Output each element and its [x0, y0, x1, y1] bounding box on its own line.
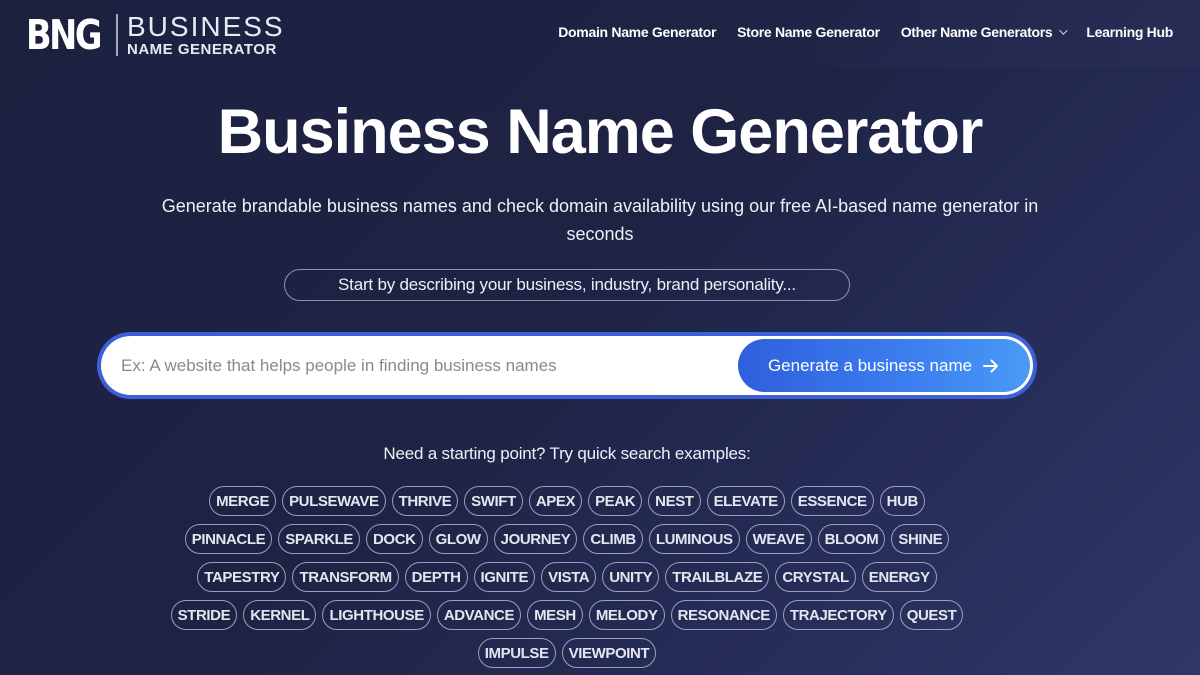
logo-divider [116, 14, 118, 56]
quick-example-tag-essence[interactable]: ESSENCE [790, 486, 874, 516]
quick-example-tag-sparkle[interactable]: SPARKLE [278, 524, 360, 554]
quick-example-tag-peak[interactable]: PEAK [588, 486, 643, 516]
quick-example-tags: MERGE PULSEWAVE THRIVE SWIFT APEX PEAK NEST ELE… [170, 486, 964, 668]
quick-example-tag-energy[interactable]: ENERGY [861, 562, 937, 592]
quick-example-tag-luminous[interactable]: LUMINOUS [648, 524, 740, 554]
quick-example-tag-hub[interactable]: HUB [879, 486, 925, 516]
quick-example-tag-tapestry[interactable]: TAPESTRY [197, 562, 287, 592]
quick-example-tag-unity[interactable]: UNITY [602, 562, 660, 592]
arrow-right-icon [983, 359, 999, 372]
quick-example-tag-trailblaze[interactable]: TRAILBLAZE [665, 562, 770, 592]
nav-item-other-name-generators[interactable]: Other Name Generators [900, 24, 1069, 40]
quick-example-tag-thrive[interactable]: THRIVE [391, 486, 459, 516]
quick-example-tag-lighthouse[interactable]: LIGHTHOUSE [322, 600, 431, 630]
quick-example-tag-pinnacle[interactable]: PINNACLE [184, 524, 273, 554]
main-nav: Domain Name Generator Store Name Generat… [558, 24, 1173, 40]
quick-example-tag-nest[interactable]: NEST [648, 486, 701, 516]
quick-example-tag-weave[interactable]: WEAVE [745, 524, 812, 554]
prompt-hint: Start by describing your business, indus… [284, 269, 850, 301]
quick-example-tag-resonance[interactable]: RESONANCE [670, 600, 777, 630]
nav-item-label: Other Name Generators [900, 24, 1053, 40]
page-title: Business Name Generator [217, 97, 984, 167]
nav-item-label: Domain Name Generator [558, 24, 717, 40]
quick-example-tag-journey[interactable]: JOURNEY [493, 524, 578, 554]
quick-example-tag-viewpoint[interactable]: VIEWPOINT [561, 638, 657, 668]
quick-example-tag-quest[interactable]: QUEST [899, 600, 964, 630]
search-box: Generate a business name [101, 336, 1033, 395]
quick-example-tag-swift[interactable]: SWIFT [464, 486, 523, 516]
quick-examples-label: Need a starting point? Try quick search … [383, 444, 751, 463]
hero-subtitle: Generate brandable business names and ch… [161, 196, 1039, 244]
nav-item-learning-hub[interactable]: Learning Hub [1086, 24, 1173, 40]
generate-button-label: Generate a business name [767, 355, 973, 375]
nav-item-store-name-generator[interactable]: Store Name Generator [737, 24, 880, 40]
logo-text-bottom: NAME GENERATOR [127, 41, 277, 58]
quick-example-tag-elevate[interactable]: ELEVATE [706, 486, 785, 516]
logo-mark: BNG [26, 10, 102, 59]
quick-example-tag-advance[interactable]: ADVANCE [436, 600, 522, 630]
quick-example-tag-trajectory[interactable]: TRAJECTORY [782, 600, 894, 630]
search-form: Generate a business name [97, 332, 1037, 399]
logo-text-top: BUSINESS [127, 11, 285, 42]
logo[interactable]: BNG BUSINESS NAME GENERATOR [26, 12, 285, 58]
nav-item-label: Store Name Generator [737, 24, 880, 40]
nav-item-label: Learning Hub [1086, 24, 1173, 40]
quick-example-tag-crystal[interactable]: CRYSTAL [775, 562, 856, 592]
quick-example-tag-vista[interactable]: VISTA [541, 562, 597, 592]
logo-text: BUSINESS NAME GENERATOR [127, 11, 285, 58]
quick-example-tag-pulsewave[interactable]: PULSEWAVE [282, 486, 386, 516]
quick-example-tag-depth[interactable]: DEPTH [404, 562, 468, 592]
quick-example-tag-climb[interactable]: CLIMB [583, 524, 643, 554]
quick-example-tag-shine[interactable]: SHINE [891, 524, 950, 554]
quick-example-tag-merge[interactable]: MERGE [209, 486, 277, 516]
quick-example-tag-kernel[interactable]: KERNEL [243, 600, 317, 630]
quick-example-tag-glow[interactable]: GLOW [428, 524, 488, 554]
quick-example-tag-ignite[interactable]: IGNITE [473, 562, 536, 592]
business-description-input[interactable] [121, 345, 721, 386]
nav-item-domain-name-generator[interactable]: Domain Name Generator [558, 24, 716, 40]
quick-example-tag-melody[interactable]: MELODY [588, 600, 665, 630]
quick-example-tag-apex[interactable]: APEX [528, 486, 583, 516]
quick-example-tag-stride[interactable]: STRIDE [170, 600, 238, 630]
quick-example-tag-dock[interactable]: DOCK [366, 524, 423, 554]
generate-business-name-button[interactable]: Generate a business name [738, 339, 1030, 392]
quick-example-tag-bloom[interactable]: BLOOM [817, 524, 886, 554]
quick-example-tag-mesh[interactable]: MESH [527, 600, 583, 630]
quick-example-tag-transform[interactable]: TRANSFORM [292, 562, 399, 592]
quick-example-tag-impulse[interactable]: IMPULSE [477, 638, 556, 668]
site-header: BNG BUSINESS NAME GENERATOR Domain Name … [0, 0, 1200, 68]
chevron-down-icon [1059, 26, 1069, 35]
